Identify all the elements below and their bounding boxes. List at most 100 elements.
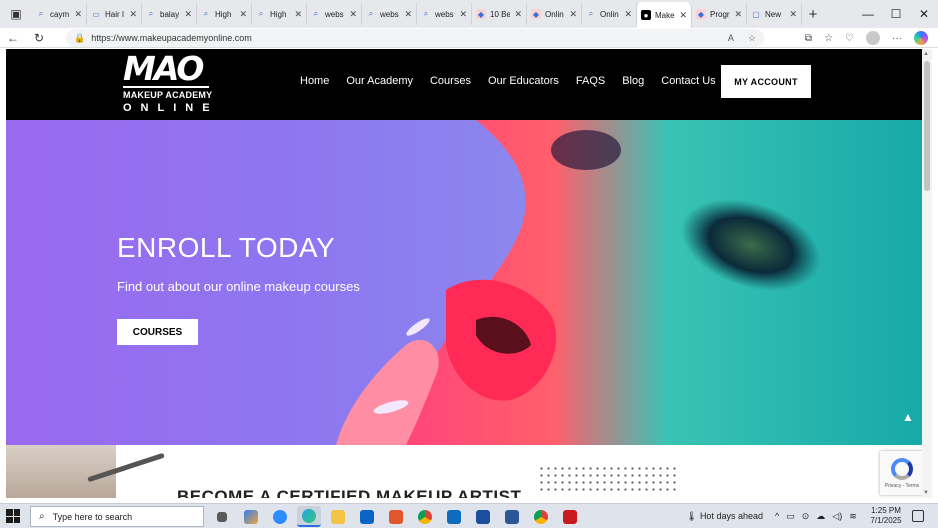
close-window-icon[interactable]: ✕ — [910, 0, 938, 28]
windows-start-icon[interactable] — [6, 509, 20, 523]
tab-list: ⌕ caym ✕ ▭ Hair I ✕ ⌕ balay ✕ ⌕ High ✕ ⌕ High ✕ ⌕ webs ✕ ⌕… — [32, 0, 802, 28]
scroll-up-icon[interactable]: ▲ — [923, 51, 929, 57]
url-field[interactable]: 🔒 https://www.makeupacademyonline.com A … — [66, 29, 764, 47]
browser-tab-strip: ▣ ⌕ caym ✕ ▭ Hair I ✕ ⌕ balay ✕ ⌕ High ✕ ⌕ High ✕ ⌕ webs… — [0, 0, 938, 28]
menu-item-courses[interactable]: Courses — [430, 75, 471, 87]
back-icon[interactable]: ← — [0, 28, 26, 48]
browser-tab[interactable]: ▭ Hair I ✕ — [87, 3, 142, 25]
minimize-icon[interactable]: — — [854, 0, 882, 28]
close-tab-icon[interactable]: ✕ — [239, 9, 247, 20]
close-tab-icon[interactable]: ✕ — [679, 10, 687, 21]
menu-item-our-academy[interactable]: Our Academy — [346, 75, 413, 87]
profile-avatar[interactable] — [866, 31, 880, 45]
favorite-star-icon[interactable]: ☆ — [748, 33, 756, 44]
recaptcha-terms[interactable]: Privacy - Terms — [885, 483, 919, 489]
browser-tab[interactable]: ⌕ balay ✕ — [142, 3, 197, 25]
browser-tab[interactable]: ◆ 10 Be ✕ — [472, 3, 527, 25]
menu-item-contact-us[interactable]: Contact Us — [661, 75, 715, 87]
zoom-app-icon[interactable] — [268, 506, 292, 527]
extensions-icon[interactable]: ⧉ — [805, 33, 812, 44]
my-account-button[interactable]: MY ACCOUNT — [721, 65, 811, 98]
browser-tab[interactable]: ◆ Progr ✕ — [692, 3, 747, 25]
browser-tab[interactable]: ◆ Onlin ✕ — [527, 3, 582, 25]
refresh-icon[interactable]: ↻ — [26, 28, 52, 48]
favorites-icon[interactable]: ☆ — [824, 33, 833, 44]
taskbar-search-placeholder: Type here to search — [52, 511, 133, 522]
search-icon: ⌕ — [148, 9, 154, 18]
menu-item-faqs[interactable]: FAQS — [576, 75, 605, 87]
close-tab-icon[interactable]: ✕ — [74, 9, 82, 20]
file-explorer-icon[interactable] — [326, 506, 350, 527]
more-menu-icon[interactable]: ··· — [892, 33, 902, 44]
close-tab-icon[interactable]: ✕ — [514, 9, 522, 20]
close-tab-icon[interactable]: ✕ — [459, 9, 467, 20]
browser-tab[interactable]: ⌕ webs ✕ — [307, 3, 362, 25]
app-icon[interactable] — [471, 506, 495, 527]
battery-icon[interactable]: ▭ — [786, 511, 795, 522]
pdf-reader-icon[interactable] — [558, 506, 582, 527]
lock-icon[interactable]: 🔒 — [74, 33, 85, 44]
close-tab-icon[interactable]: ✕ — [404, 9, 412, 20]
close-tab-icon[interactable]: ✕ — [294, 9, 302, 20]
close-tab-icon[interactable]: ✕ — [129, 9, 137, 20]
browser-essentials-icon[interactable]: ♡ — [845, 33, 854, 44]
browser-tab[interactable]: ⌕ High ✕ — [252, 3, 307, 25]
taskbar-search[interactable]: ⌕ Type here to search — [30, 506, 204, 527]
tab-label: Make — [655, 10, 675, 20]
chevron-up-icon[interactable]: ^ — [775, 511, 779, 522]
edge-app-icon[interactable] — [297, 506, 321, 527]
office-app-icon[interactable] — [384, 506, 408, 527]
close-tab-icon[interactable]: ✕ — [734, 9, 742, 20]
tab-actions-icon[interactable]: ▣ — [0, 0, 32, 28]
logo-line-2: MAKEUP ACADEMY — [123, 90, 213, 100]
cloud-icon[interactable]: ☁ — [816, 511, 825, 522]
mail-app-icon[interactable] — [442, 506, 466, 527]
browser-tab[interactable]: ⌕ webs ✕ — [417, 3, 472, 25]
wifi-icon[interactable]: ≋ — [849, 511, 857, 522]
recaptcha-icon — [891, 457, 913, 480]
outlook-icon[interactable] — [355, 506, 379, 527]
tab-label: Hair I — [105, 9, 125, 19]
menu-item-our-educators[interactable]: Our Educators — [488, 75, 559, 87]
scroll-to-top-icon[interactable]: ▲ — [902, 410, 914, 424]
menu-item-home[interactable]: Home — [300, 75, 329, 87]
recaptcha-badge[interactable]: Privacy - Terms — [880, 451, 922, 495]
read-aloud-icon[interactable]: A — [728, 33, 734, 44]
close-tab-icon[interactable]: ✕ — [624, 9, 632, 20]
maximize-icon[interactable]: ☐ — [882, 0, 910, 28]
chrome-icon[interactable] — [413, 506, 437, 527]
clock[interactable]: 1:25 PM 7/1/2025 — [868, 506, 904, 526]
menu-item-blog[interactable]: Blog — [622, 75, 644, 87]
volume-icon[interactable]: ◁) — [832, 511, 842, 522]
close-tab-icon[interactable]: ✕ — [184, 9, 192, 20]
browser-tab[interactable]: ⌕ caym ✕ — [32, 3, 87, 25]
close-tab-icon[interactable]: ✕ — [569, 9, 577, 20]
page-icon: ▭ — [92, 9, 100, 19]
clock-time: 1:25 PM — [871, 506, 901, 515]
site-logo[interactable]: MAO MAKEUP ACADEMY ONLINE — [123, 52, 213, 116]
browser-tab[interactable]: ● Make ✕ — [637, 2, 692, 28]
weather-text[interactable]: Hot days ahead — [700, 511, 763, 521]
word-icon[interactable] — [500, 506, 524, 527]
copilot-app-icon[interactable] — [239, 506, 263, 527]
close-tab-icon[interactable]: ✕ — [789, 9, 797, 20]
scrollbar-thumb[interactable] — [924, 61, 930, 191]
browser-tab[interactable]: ⌕ webs ✕ — [362, 3, 417, 25]
close-tab-icon[interactable]: ✕ — [349, 9, 357, 20]
courses-button[interactable]: COURSES — [117, 319, 198, 345]
meet-icon[interactable]: ⊙ — [802, 511, 810, 522]
chrome-profile-icon[interactable] — [529, 506, 553, 527]
page-scrollbar[interactable]: ▲ ▼ — [922, 49, 932, 498]
window-controls: — ☐ ✕ — [854, 0, 938, 28]
scroll-down-icon[interactable]: ▼ — [923, 490, 929, 496]
weather-widget[interactable]: 🌡 Hot days ahead — [686, 511, 763, 522]
browser-tab[interactable]: ⌕ Onlin ✕ — [582, 3, 637, 25]
tab-label: 10 Be — [490, 9, 511, 19]
browser-tab[interactable]: ▢ New ✕ — [747, 3, 802, 25]
browser-tab[interactable]: ⌕ High ✕ — [197, 3, 252, 25]
copilot-icon[interactable] — [914, 31, 928, 45]
url-text[interactable]: https://www.makeupacademyonline.com — [91, 33, 252, 43]
new-tab-button[interactable]: + — [802, 6, 824, 23]
notification-icon[interactable] — [912, 510, 924, 522]
task-view-icon[interactable] — [210, 506, 234, 527]
